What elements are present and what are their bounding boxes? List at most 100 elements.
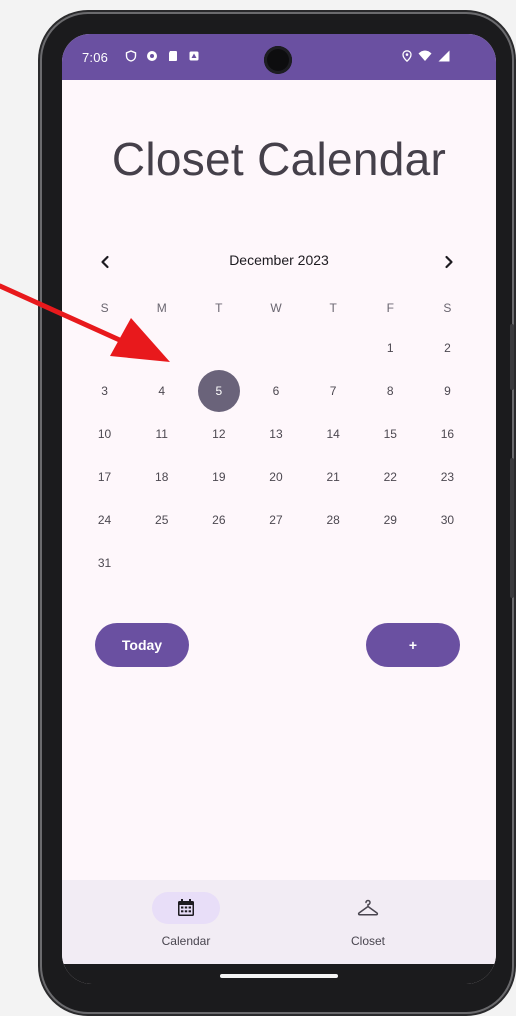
- notification-app-icon: [189, 51, 199, 61]
- calendar-day-label: 6: [272, 384, 280, 398]
- calendar-empty-cell: [190, 543, 247, 583]
- weekday-header: S M T W T F S: [76, 301, 476, 315]
- weekday-label: S: [443, 301, 452, 315]
- calendar-week-row: 17 18 19 20 21 22 23: [76, 457, 476, 497]
- calendar-day-label: 21: [326, 470, 340, 484]
- calendar-day[interactable]: 15: [362, 414, 419, 454]
- calendar-day-label: 2: [444, 341, 451, 355]
- bottom-navigation: Calendar Closet: [62, 880, 496, 964]
- calendar-day[interactable]: 9: [419, 371, 476, 411]
- calendar-day[interactable]: 25: [133, 500, 190, 540]
- weekday-label: T: [215, 301, 223, 315]
- calendar-day-label: 26: [212, 513, 226, 527]
- calendar-day[interactable]: 28: [305, 500, 362, 540]
- calendar-day[interactable]: 5: [190, 370, 247, 412]
- calendar-day[interactable]: 4: [133, 371, 190, 411]
- calendar-day-label: [198, 542, 240, 584]
- location-icon: [402, 50, 412, 62]
- calendar-day[interactable]: 2: [419, 328, 476, 368]
- calendar-day[interactable]: 1: [362, 328, 419, 368]
- status-time: 7:06: [82, 50, 109, 65]
- weekday-label: S: [100, 301, 109, 315]
- weekday-label: M: [156, 301, 167, 315]
- calendar-day[interactable]: 23: [419, 457, 476, 497]
- calendar-day[interactable]: 17: [76, 457, 133, 497]
- calendar-empty-cell: [305, 328, 362, 368]
- calendar-day-label: 5: [197, 370, 240, 412]
- month-label: December 2023: [229, 252, 329, 268]
- calendar-day-label: 11: [155, 427, 168, 441]
- calendar-day-label: 31: [97, 556, 112, 570]
- play-protect-icon: [147, 51, 157, 61]
- calendar-day[interactable]: 7: [305, 371, 362, 411]
- calendar-day-label: 28: [326, 513, 340, 527]
- calendar-week-row: 10 11 12 13 14 15 16: [76, 414, 476, 454]
- calendar-day-label: 25: [155, 513, 169, 527]
- calendar-day[interactable]: 14: [305, 414, 362, 454]
- calendar-icon: [178, 899, 194, 916]
- calendar-day[interactable]: 22: [362, 457, 419, 497]
- calendar-day[interactable]: 24: [76, 500, 133, 540]
- calendar-day[interactable]: 13: [247, 414, 304, 454]
- calendar-day-label: 8: [386, 384, 394, 398]
- system-status-icons: [402, 50, 450, 62]
- hanger-icon: [357, 899, 379, 916]
- calendar-day-label: 14: [326, 427, 340, 441]
- status-bar: 7:06: [62, 34, 496, 80]
- calendar-day[interactable]: 11: [133, 414, 190, 454]
- calendar-empty-cell: [419, 543, 476, 583]
- calendar-day[interactable]: 26: [190, 500, 247, 540]
- calendar-empty-cell: [76, 328, 133, 368]
- calendar-day-label: 24: [97, 513, 112, 527]
- calendar-day-label: 18: [155, 470, 169, 484]
- nav-item-calendar[interactable]: Calendar: [106, 880, 266, 964]
- calendar-day-label: [255, 542, 297, 584]
- calendar-empty-cell: [247, 328, 304, 368]
- signal-icon: [438, 50, 450, 62]
- sd-card-icon: [169, 51, 177, 61]
- calendar-day[interactable]: 29: [362, 500, 419, 540]
- calendar-day[interactable]: 19: [190, 457, 247, 497]
- calendar-week-row: 24 25 26 27 28 29 30: [76, 500, 476, 540]
- calendar-day[interactable]: 21: [305, 457, 362, 497]
- calendar-day-label: 12: [212, 427, 226, 441]
- calendar-day[interactable]: 31: [76, 543, 133, 583]
- calendar-day[interactable]: 18: [133, 457, 190, 497]
- nav-item-closet[interactable]: Closet: [288, 880, 448, 964]
- calendar-day-label: [312, 327, 354, 369]
- calendar-week-row: 12: [76, 328, 476, 368]
- calendar-day-label: 16: [440, 427, 455, 441]
- calendar-day[interactable]: 8: [362, 371, 419, 411]
- power-button: [510, 324, 514, 390]
- next-month-button[interactable]: [434, 247, 464, 277]
- calendar-day-label: 20: [269, 470, 283, 484]
- today-button[interactable]: Today: [95, 623, 189, 667]
- app-screen: 7:06 Closet Calendar December 2023 S M T…: [62, 34, 496, 984]
- calendar-day[interactable]: 3: [76, 371, 133, 411]
- calendar-day-label: [198, 327, 240, 369]
- calendar-day-label: [312, 542, 354, 584]
- front-camera: [264, 46, 292, 74]
- calendar-empty-cell: [305, 543, 362, 583]
- calendar-day[interactable]: 10: [76, 414, 133, 454]
- calendar-day[interactable]: 6: [247, 371, 304, 411]
- calendar-day-label: 7: [329, 384, 337, 398]
- calendar-day[interactable]: 30: [419, 500, 476, 540]
- calendar-empty-cell: [362, 543, 419, 583]
- calendar-empty-cell: [190, 328, 247, 368]
- notification-icons: [125, 50, 200, 62]
- add-outfit-button[interactable]: +: [366, 623, 460, 667]
- calendar-day-label: 23: [440, 470, 455, 484]
- calendar-day-label: 9: [444, 384, 451, 398]
- calendar-day-label: 15: [383, 427, 397, 441]
- wifi-icon: [418, 50, 432, 61]
- home-gesture-bar[interactable]: [220, 974, 338, 978]
- calendar-week-row: 3 4 5 6 7 8 9: [76, 370, 476, 412]
- calendar-day[interactable]: 27: [247, 500, 304, 540]
- calendar-empty-cell: [133, 543, 190, 583]
- calendar-day[interactable]: 12: [190, 414, 247, 454]
- calendar-day[interactable]: 20: [247, 457, 304, 497]
- calendar-day[interactable]: 16: [419, 414, 476, 454]
- calendar-week-row: 31: [76, 543, 476, 583]
- calendar-day-label: [255, 327, 297, 369]
